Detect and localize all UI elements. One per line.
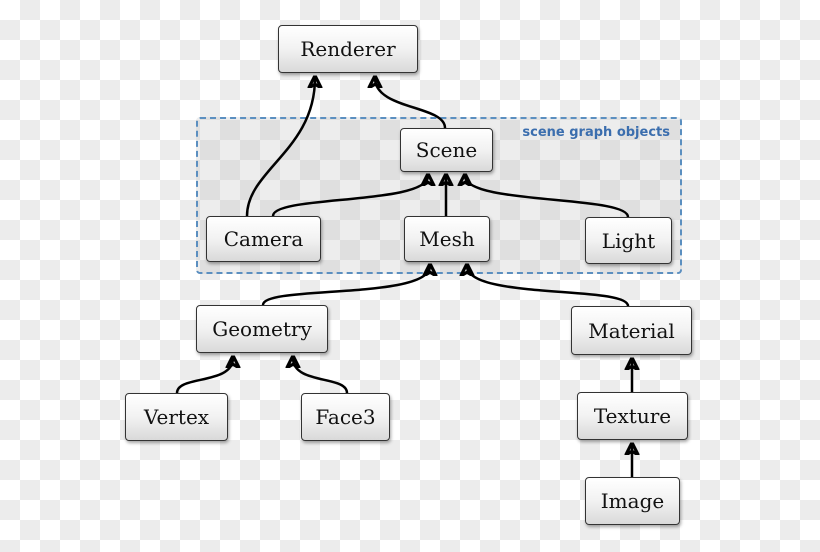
group-label: scene graph objects	[522, 125, 670, 140]
edges-layer	[175, 0, 820, 477]
node-material[interactable]: Material	[571, 306, 692, 355]
node-camera[interactable]: Camera	[206, 216, 321, 262]
node-vertex[interactable]: Vertex	[125, 393, 228, 441]
node-geometry[interactable]: Geometry	[196, 305, 328, 353]
node-texture[interactable]: Texture	[577, 392, 688, 440]
node-image[interactable]: Image	[585, 477, 680, 525]
node-face3[interactable]: Face3	[301, 393, 390, 441]
edge-face3-geometry	[293, 358, 349, 394]
node-scene[interactable]: Scene	[400, 128, 493, 172]
node-light[interactable]: Light	[585, 217, 672, 264]
edge-vertex-geometry	[175, 358, 233, 394]
node-mesh[interactable]: Mesh	[404, 216, 490, 262]
node-renderer[interactable]: Renderer	[278, 25, 418, 73]
